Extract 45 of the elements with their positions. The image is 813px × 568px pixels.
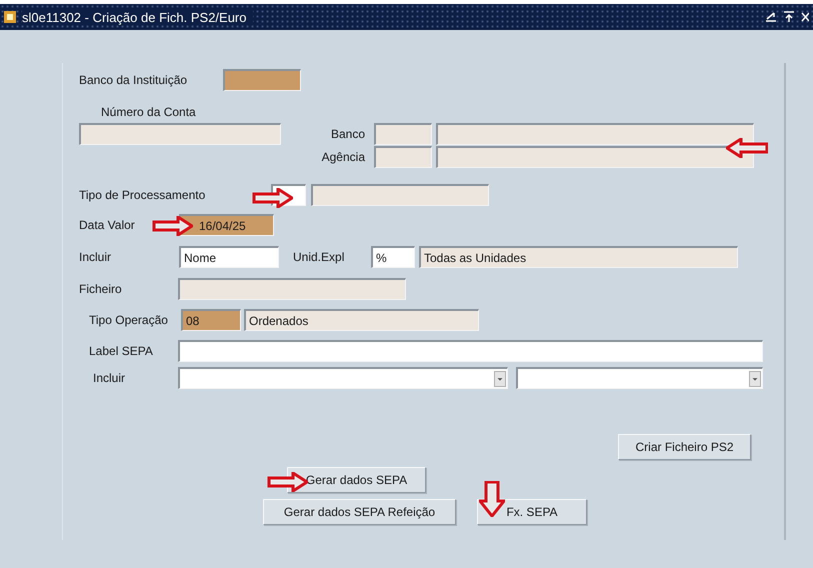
caret-icon — [749, 370, 761, 386]
input-field[interactable] — [374, 123, 432, 145]
field-label: Ficheiro — [79, 282, 123, 296]
field-label: Data Valor — [79, 218, 136, 232]
generate-button[interactable]: Gerar dados SEPA Refeição — [263, 499, 456, 525]
generate-button[interactable]: Gerar dados SEPA — [287, 467, 426, 493]
input-field[interactable] — [178, 340, 763, 362]
field-label: Banco da Instituição — [79, 73, 188, 87]
input-field[interactable]: % — [371, 246, 415, 268]
input-field[interactable]: 16/04/25 — [179, 214, 274, 236]
input-field[interactable]: Todas as Unidades — [419, 246, 738, 268]
minimize-icon[interactable] — [765, 11, 777, 23]
close-icon[interactable] — [801, 11, 809, 23]
input-field[interactable] — [178, 278, 406, 300]
input-field[interactable] — [79, 123, 281, 145]
caret-icon — [494, 370, 506, 386]
field-label: Número da Conta — [101, 105, 197, 119]
field-label: Tipo Operação — [89, 313, 169, 327]
input-field[interactable] — [436, 123, 754, 145]
pointer-arrow-icon — [151, 216, 193, 236]
maximize-icon[interactable] — [783, 11, 795, 23]
dropdown-field[interactable] — [178, 367, 508, 389]
window-title: sl0e11302 - Criação de Fich. PS2/Euro — [22, 10, 252, 24]
field-label: Tipo de Processamento — [79, 188, 206, 202]
input-field[interactable]: Ordenados — [244, 309, 479, 331]
create-file-button[interactable]: Criar Ficheiro PS2 — [618, 434, 751, 460]
field-label: Agência — [320, 150, 366, 164]
field-label: Banco — [330, 127, 366, 141]
pointer-arrow-icon — [479, 481, 505, 517]
field-label: Incluir — [93, 371, 126, 385]
input-field[interactable] — [311, 184, 489, 206]
pointer-arrow-icon — [266, 472, 308, 492]
field-label: Incluir — [79, 250, 112, 264]
app-icon — [4, 11, 16, 23]
input-field[interactable]: 08 — [181, 309, 241, 331]
field-label: Label SEPA — [89, 344, 154, 358]
pointer-arrow-icon — [726, 138, 768, 158]
field-label: Unid.Expl — [293, 250, 346, 264]
input-field[interactable] — [374, 146, 432, 168]
dropdown-field[interactable] — [516, 367, 763, 389]
pointer-arrow-icon — [251, 188, 293, 208]
input-field[interactable] — [223, 69, 301, 91]
input-field[interactable]: Nome — [179, 246, 279, 268]
input-field[interactable] — [436, 146, 754, 168]
export-button[interactable]: Fx. SEPA — [477, 499, 587, 525]
